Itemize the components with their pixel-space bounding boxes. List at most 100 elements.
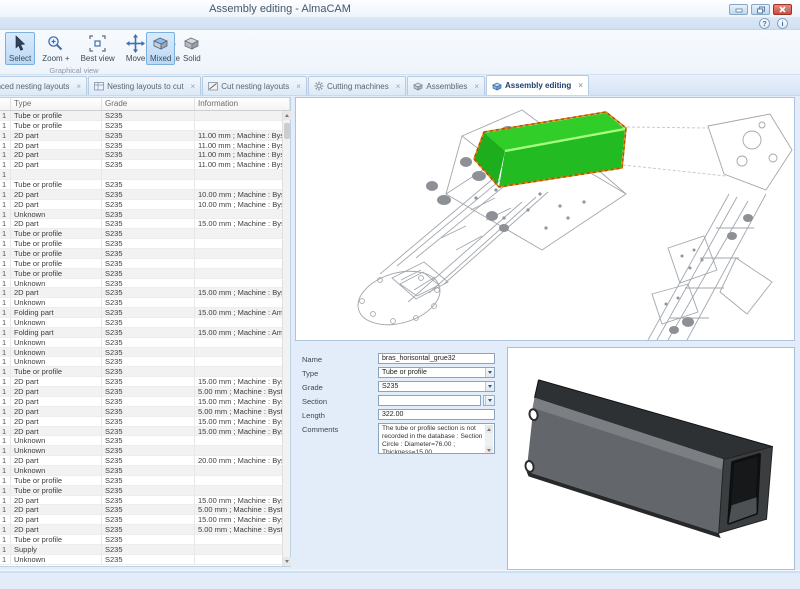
table-row[interactable]: 12D partS23515.00 mm ; Machine : Bystron… xyxy=(0,427,283,437)
table-row[interactable]: 1Tube or profileS235 xyxy=(0,180,283,190)
tab-cutting-machines[interactable]: Cutting machines× xyxy=(308,76,406,95)
minimize-button[interactable] xyxy=(729,4,748,15)
table-scrollbar[interactable] xyxy=(282,111,290,566)
scrollbar-thumb[interactable] xyxy=(284,123,290,139)
scroll-up-icon[interactable] xyxy=(283,111,291,120)
tab-close-icon[interactable]: × xyxy=(474,82,479,91)
tab-nesting-layouts-to-cut[interactable]: Nesting layouts to cut× xyxy=(88,76,201,95)
table-row[interactable]: 12D partS2355.00 mm ; Machine : Bystroni… xyxy=(0,505,283,515)
table-row[interactable]: 12D partS23511.00 mm ; Machine : Bystron… xyxy=(0,160,283,170)
table-row[interactable]: 12D partS23515.00 mm ; Machine : Bystron… xyxy=(0,417,283,427)
cell-grade: S235 xyxy=(102,190,195,199)
dropdown-arrow-icon[interactable] xyxy=(485,368,494,377)
scroll-down-icon[interactable] xyxy=(283,557,291,566)
table-row[interactable]: 1Tube or profileS235 xyxy=(0,111,283,121)
tab-enced-nesting-layouts[interactable]: enced nesting layouts× xyxy=(0,76,87,95)
toolbar-solid-button[interactable]: Solid xyxy=(178,32,205,65)
cell-qty: 1 xyxy=(0,348,11,357)
type-field[interactable]: Tube or profile xyxy=(378,367,495,378)
column-header-qty[interactable] xyxy=(0,98,11,110)
assembly-3d-view[interactable] xyxy=(295,97,795,341)
column-header-Type[interactable]: Type xyxy=(11,98,102,110)
section-field[interactable] xyxy=(378,395,481,406)
table-row[interactable]: 1UnknownS235 xyxy=(0,210,283,220)
table-row[interactable]: 12D partS23515.00 mm ; Machine : Bystron… xyxy=(0,288,283,298)
table-row[interactable]: 1Tube or profileS235 xyxy=(0,535,283,545)
table-row[interactable]: 1UnknownS235 xyxy=(0,466,283,476)
tab-assembly-editing[interactable]: Assembly editing× xyxy=(486,75,589,95)
dropdown-arrow-icon[interactable] xyxy=(485,382,494,391)
comments-scrollbar[interactable] xyxy=(485,425,493,454)
table-row[interactable]: 12D partS23515.00 mm ; Machine : Bystron… xyxy=(0,515,283,525)
table-row[interactable]: 12D partS23510.00 mm ; Machine : Bystron… xyxy=(0,190,283,200)
table-row[interactable]: 1UnknownS235 xyxy=(0,446,283,456)
comments-field[interactable]: The tube or profile section is not recor… xyxy=(378,423,495,454)
table-row[interactable]: 1UnknownS235 xyxy=(0,298,283,308)
tab-close-icon[interactable]: × xyxy=(76,82,81,91)
toolbar-button-label: Mixed xyxy=(150,54,171,63)
cell-grade: S235 xyxy=(102,545,195,554)
scroll-down-icon[interactable] xyxy=(485,446,493,454)
help-button[interactable]: ? xyxy=(759,18,770,29)
column-header-Grade[interactable]: Grade xyxy=(102,98,195,110)
column-header-Information[interactable]: Information xyxy=(195,98,290,110)
table-row[interactable]: 1UnknownS235 xyxy=(0,338,283,348)
table-row[interactable]: 1SupplyS235 xyxy=(0,545,283,555)
table-row[interactable]: 1Tube or profileS235 xyxy=(0,249,283,259)
table-row[interactable]: 12D partS23515.00 mm ; Machine : Bystron… xyxy=(0,496,283,506)
section-preview[interactable] xyxy=(507,347,795,570)
table-row[interactable]: 12D partS23515.00 mm ; Machine : Bystron… xyxy=(0,397,283,407)
cell-qty: 1 xyxy=(0,466,11,475)
table-row[interactable]: 1UnknownS235 xyxy=(0,348,283,358)
table-row[interactable]: 1UnknownS235 xyxy=(0,318,283,328)
form-row-type: TypeTube or profile xyxy=(295,367,505,378)
table-row[interactable]: 12D partS23510.00 mm ; Machine : Bystron… xyxy=(0,200,283,210)
cell-grade: S235 xyxy=(102,377,195,386)
tab-cut-nesting-layouts[interactable]: Cut nesting layouts× xyxy=(202,76,307,95)
tab-close-icon[interactable]: × xyxy=(191,82,196,91)
table-row[interactable]: 12D partS23515.00 mm ; Machine : Bystron… xyxy=(0,219,283,229)
name-field[interactable]: bras_horisontal_grue32 xyxy=(378,353,495,364)
tab-close-icon[interactable]: × xyxy=(296,82,301,91)
table-row[interactable]: 12D partS23511.00 mm ; Machine : Bystron… xyxy=(0,150,283,160)
table-row[interactable]: 12D partS23511.00 mm ; Machine : Bystron… xyxy=(0,131,283,141)
table-row[interactable]: 1Tube or profileS235 xyxy=(0,229,283,239)
table-row[interactable]: 12D partS2355.00 mm ; Machine : Bystroni… xyxy=(0,387,283,397)
table-row[interactable]: 1Folding partS23515.00 mm ; Machine : Am… xyxy=(0,328,283,338)
toolbar-best-view-button[interactable]: Best view xyxy=(77,32,119,65)
toolbar-select-button[interactable]: Select xyxy=(5,32,35,65)
scroll-up-icon[interactable] xyxy=(485,425,493,433)
table-row[interactable]: 12D partS23511.00 mm ; Machine : Bystron… xyxy=(0,141,283,151)
grade-field[interactable]: S235 xyxy=(378,381,495,392)
tab-assemblies[interactable]: Assemblies× xyxy=(407,76,485,95)
tabbar-close-icon[interactable]: × xyxy=(785,5,790,15)
table-row[interactable]: 1 xyxy=(0,170,283,180)
tab-close-icon[interactable]: × xyxy=(396,82,401,91)
table-row[interactable]: 12D partS23520.00 mm ; Machine : Bystron… xyxy=(0,456,283,466)
table-row[interactable]: 1UnknownS235 xyxy=(0,436,283,446)
table-row[interactable]: 1Folding partS23515.00 mm ; Machine : Am… xyxy=(0,308,283,318)
length-field[interactable]: 322.00 xyxy=(378,409,495,420)
tab-close-icon[interactable]: × xyxy=(578,81,583,90)
table-row[interactable]: 12D partS2355.00 mm ; Machine : Bystroni… xyxy=(0,525,283,535)
table-row[interactable]: 1UnknownS235 xyxy=(0,357,283,367)
restore-button[interactable] xyxy=(751,4,770,15)
table-row[interactable]: 1Tube or profileS235 xyxy=(0,269,283,279)
info-button[interactable]: i xyxy=(777,18,788,29)
table-row[interactable]: 1Tube or profileS235 xyxy=(0,121,283,131)
cell-info xyxy=(195,476,283,485)
toolbar-zoom--button[interactable]: Zoom + xyxy=(38,32,73,65)
toolbar-mixed-button[interactable]: Mixed xyxy=(146,32,175,65)
cell-type: Folding part xyxy=(11,328,102,337)
table-header[interactable]: TypeGradeInformation xyxy=(0,98,290,111)
table-row[interactable]: 1Tube or profileS235 xyxy=(0,486,283,496)
table-row[interactable]: 1UnknownS235 xyxy=(0,555,283,565)
cell-info xyxy=(195,229,283,238)
table-row[interactable]: 1UnknownS235 xyxy=(0,279,283,289)
table-row[interactable]: 1Tube or profileS235 xyxy=(0,259,283,269)
table-row[interactable]: 1Tube or profileS235 xyxy=(0,476,283,486)
table-row[interactable]: 1Tube or profileS235 xyxy=(0,239,283,249)
table-row[interactable]: 12D partS23515.00 mm ; Machine : Bystron… xyxy=(0,377,283,387)
table-row[interactable]: 12D partS2355.00 mm ; Machine : Bystroni… xyxy=(0,407,283,417)
table-row[interactable]: 1Tube or profileS235 xyxy=(0,367,283,377)
